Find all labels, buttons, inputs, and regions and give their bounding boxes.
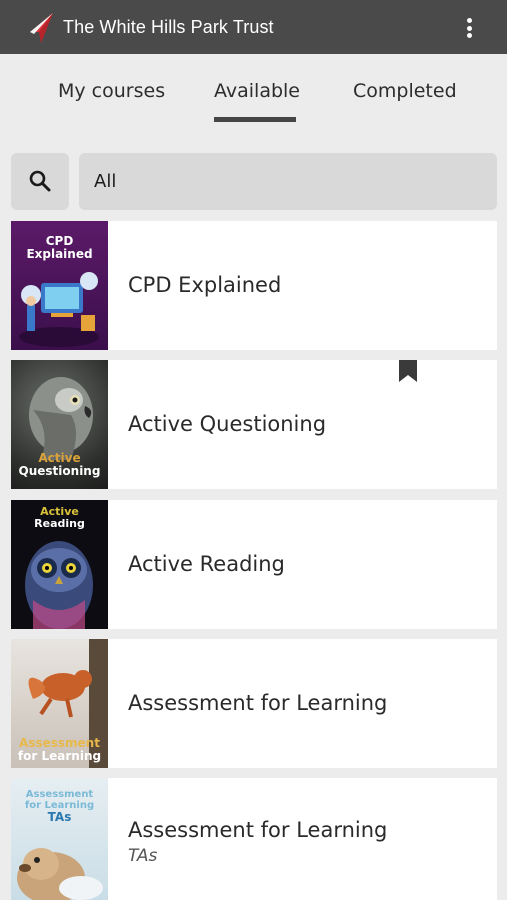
tab-available[interactable]: Available <box>214 80 300 102</box>
tab-completed[interactable]: Completed <box>353 80 457 102</box>
course-thumbnail: Active Reading <box>11 500 108 629</box>
course-title: Assessment for Learning <box>128 818 388 842</box>
bookmark-icon[interactable] <box>399 360 417 382</box>
course-title: Assessment for Learning <box>128 691 388 715</box>
course-title: Active Reading <box>128 552 285 576</box>
course-title: CPD Explained <box>128 273 282 297</box>
tab-my-courses[interactable]: My courses <box>58 80 165 102</box>
thumbnail-text: Reading <box>34 516 85 530</box>
thumbnail-text: Active <box>38 451 81 465</box>
course-card[interactable]: Assessment for Learning Assessment for L… <box>11 639 497 768</box>
thumbnail-text: Assessment <box>19 736 100 750</box>
app-bar: The White Hills Park Trust <box>0 0 507 54</box>
thumbnail-text: Questioning <box>18 463 101 478</box>
course-thumbnail: Assessment for Learning TAs <box>11 778 108 900</box>
category-filter[interactable]: All <box>79 153 497 210</box>
paper-plane-logo-icon <box>30 13 53 43</box>
course-thumbnail: Active Questioning <box>11 360 108 489</box>
thumbnail-text: for Learning <box>17 748 102 763</box>
course-card[interactable]: Active Reading Active Reading <box>11 500 497 629</box>
active-tab-indicator <box>214 117 296 122</box>
app-title: The White Hills Park Trust <box>63 17 274 37</box>
course-thumbnail: Assessment for Learning <box>11 639 108 768</box>
course-card[interactable]: Active Questioning Active Questioning <box>11 360 497 489</box>
more-vert-icon[interactable] <box>461 16 477 40</box>
tab-bar: My courses Available Completed <box>0 54 507 124</box>
thumbnail-text: Explained <box>26 246 93 261</box>
thumbnail-text: Active <box>40 505 79 518</box>
course-subtitle: TAs <box>128 846 158 866</box>
search-button[interactable] <box>11 153 69 210</box>
thumbnail-text: Assessment <box>25 789 94 800</box>
search-icon <box>29 170 51 192</box>
course-card[interactable]: Assessment for Learning TAs Assessment f… <box>11 778 497 900</box>
course-card[interactable]: CPD Explained CPD Explained <box>11 221 497 350</box>
course-title: Active Questioning <box>128 412 327 436</box>
thumbnail-text: CPD <box>45 234 74 248</box>
course-thumbnail: CPD Explained <box>11 221 108 350</box>
thumbnail-text: TAs <box>47 810 72 824</box>
